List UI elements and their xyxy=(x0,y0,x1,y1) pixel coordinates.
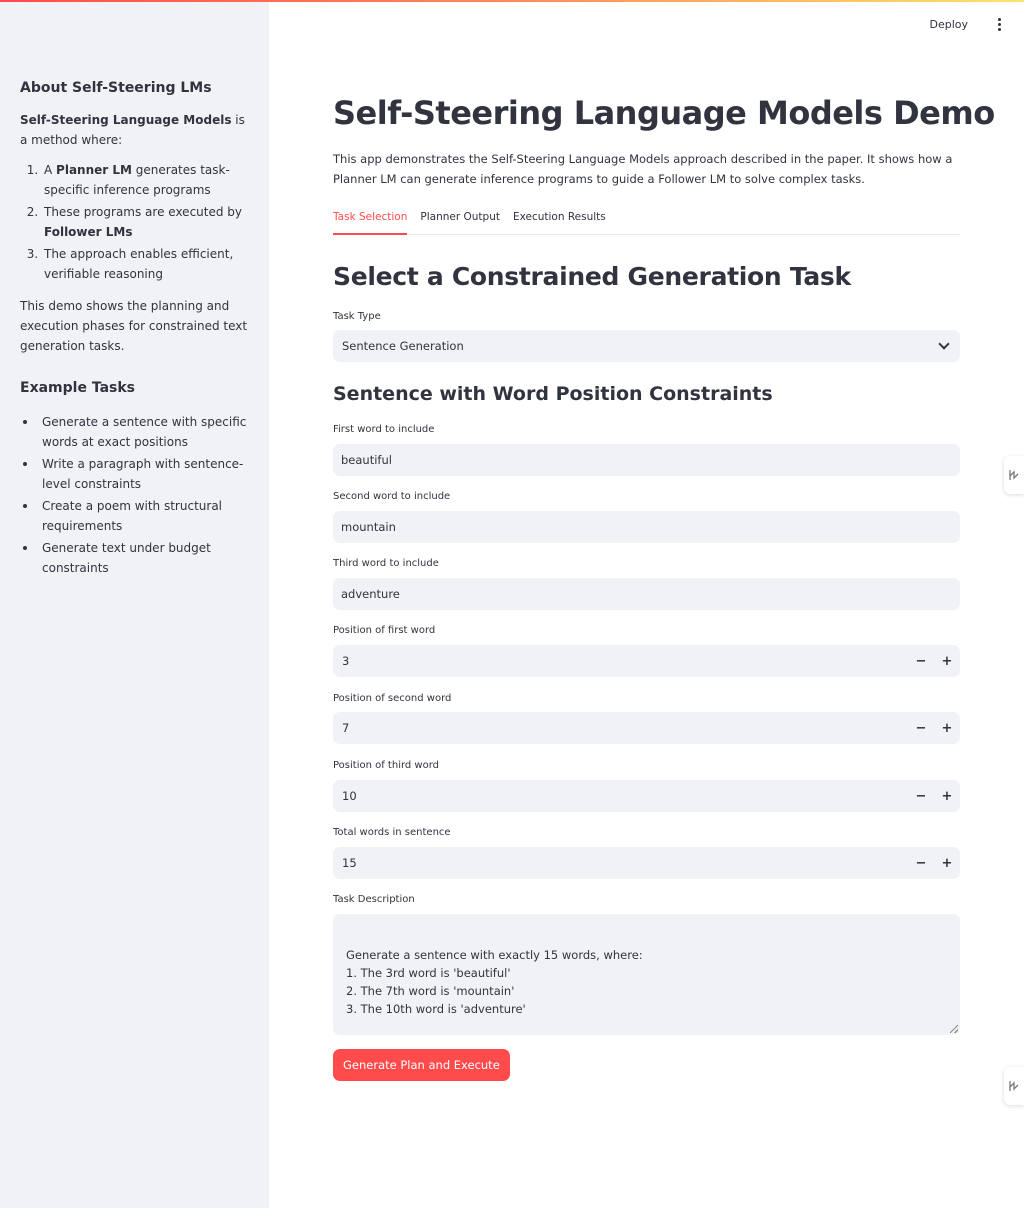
position-second-stepper: 7 − + xyxy=(333,712,960,744)
sidebar-intro-bold: Self-Steering Language Models xyxy=(20,113,232,127)
position-first-stepper: 3 − + xyxy=(333,645,960,677)
increment-button[interactable]: + xyxy=(934,780,960,812)
tab-execution-results[interactable]: Execution Results xyxy=(513,207,606,235)
third-word-label: Third word to include xyxy=(333,558,439,569)
increment-button[interactable]: + xyxy=(934,712,960,744)
sidebar-examples-list: Generate a sentence with specific words … xyxy=(23,412,249,578)
task-type-select[interactable]: Sentence Generation xyxy=(333,330,960,362)
third-word-input[interactable] xyxy=(333,578,960,610)
increment-button[interactable]: + xyxy=(934,645,960,677)
task-description-text: Generate a sentence with exactly 15 word… xyxy=(346,948,643,1016)
step-prefix: These programs are executed by xyxy=(44,205,243,219)
position-third-label: Position of third word xyxy=(333,760,440,771)
first-word-label: First word to include xyxy=(333,424,435,435)
total-words-stepper: 15 − + xyxy=(333,847,960,879)
step-bold: Planner LM xyxy=(56,163,132,177)
position-third-stepper: 10 − + xyxy=(333,780,960,812)
chevron-down-icon xyxy=(938,338,950,350)
second-word-label: Second word to include xyxy=(333,491,451,502)
page-title: Self-Steering Language Models Demo xyxy=(333,94,995,132)
sidebar-example-item: Write a paragraph with sentence-level co… xyxy=(23,454,249,494)
stepper-controls: − + xyxy=(908,847,960,879)
stepper-controls: − + xyxy=(908,712,960,744)
sidebar-example-item: Generate a sentence with specific words … xyxy=(23,412,249,452)
tab-task-selection[interactable]: Task Selection xyxy=(333,207,408,235)
task-description-textarea[interactable]: Generate a sentence with exactly 15 word… xyxy=(333,914,960,1035)
sidebar-examples-title: Example Tasks xyxy=(20,380,135,396)
top-decoration-bar xyxy=(0,0,1024,2)
section-title: Select a Constrained Generation Task xyxy=(333,262,851,291)
decrement-button[interactable]: − xyxy=(908,712,934,744)
sidebar-steps-list: A Planner LM generates task-specific inf… xyxy=(42,160,249,284)
header-actions: Deploy xyxy=(929,18,1004,31)
step-bold: Follower LMs xyxy=(44,225,133,239)
sidebar-example-item: Generate text under budget constraints xyxy=(23,538,249,578)
tab-planner-output[interactable]: Planner Output xyxy=(420,207,500,235)
deploy-button[interactable]: Deploy xyxy=(929,18,968,31)
sidebar-step: A Planner LM generates task-specific inf… xyxy=(42,160,249,200)
task-description-label: Task Description xyxy=(333,894,415,905)
task-type-value: Sentence Generation xyxy=(342,339,464,353)
position-second-value[interactable]: 7 xyxy=(342,721,349,735)
sidebar-step: These programs are executed by Follower … xyxy=(42,202,249,242)
page-intro: This app demonstrates the Self-Steering … xyxy=(333,152,953,186)
subsection-title: Sentence with Word Position Constraints xyxy=(333,383,773,405)
step-prefix: The approach enables efficient, verifiab… xyxy=(44,247,234,281)
tab-bar: Task Selection Planner Output Execution … xyxy=(333,207,960,235)
decrement-button[interactable]: − xyxy=(908,645,934,677)
task-type-label: Task Type xyxy=(333,311,381,322)
edge-toggle-icon[interactable] xyxy=(1004,456,1024,494)
sidebar-intro: Self-Steering Language Models is a metho… xyxy=(20,110,249,150)
main-menu-icon[interactable] xyxy=(994,18,1004,31)
sidebar-step: The approach enables efficient, verifiab… xyxy=(42,244,249,284)
decrement-button[interactable]: − xyxy=(908,847,934,879)
second-word-input[interactable] xyxy=(333,511,960,543)
position-first-label: Position of first word xyxy=(333,625,436,636)
sidebar-example-item: Create a poem with structural requiremen… xyxy=(23,496,249,536)
step-prefix: A xyxy=(44,163,57,177)
sidebar-demo-text: This demo shows the planning and executi… xyxy=(20,299,248,353)
stepper-controls: − + xyxy=(908,645,960,677)
position-second-label: Position of second word xyxy=(333,693,452,704)
stepper-controls: − + xyxy=(908,780,960,812)
increment-button[interactable]: + xyxy=(934,847,960,879)
sidebar: About Self-Steering LMs Self-Steering La… xyxy=(0,0,269,1208)
generate-plan-button[interactable]: Generate Plan and Execute xyxy=(333,1049,510,1081)
first-word-input[interactable] xyxy=(333,444,960,476)
decrement-button[interactable]: − xyxy=(908,780,934,812)
resize-handle-icon[interactable] xyxy=(950,1025,958,1033)
edge-toggle-icon[interactable] xyxy=(1004,1067,1024,1105)
position-third-value[interactable]: 10 xyxy=(342,789,357,803)
sidebar-examples-section: Example Tasks Generate a sentence with s… xyxy=(20,378,249,578)
position-first-value[interactable]: 3 xyxy=(342,654,349,668)
total-words-value[interactable]: 15 xyxy=(342,856,357,870)
total-words-label: Total words in sentence xyxy=(333,827,451,838)
sidebar-about-title: About Self-Steering LMs xyxy=(20,80,212,96)
